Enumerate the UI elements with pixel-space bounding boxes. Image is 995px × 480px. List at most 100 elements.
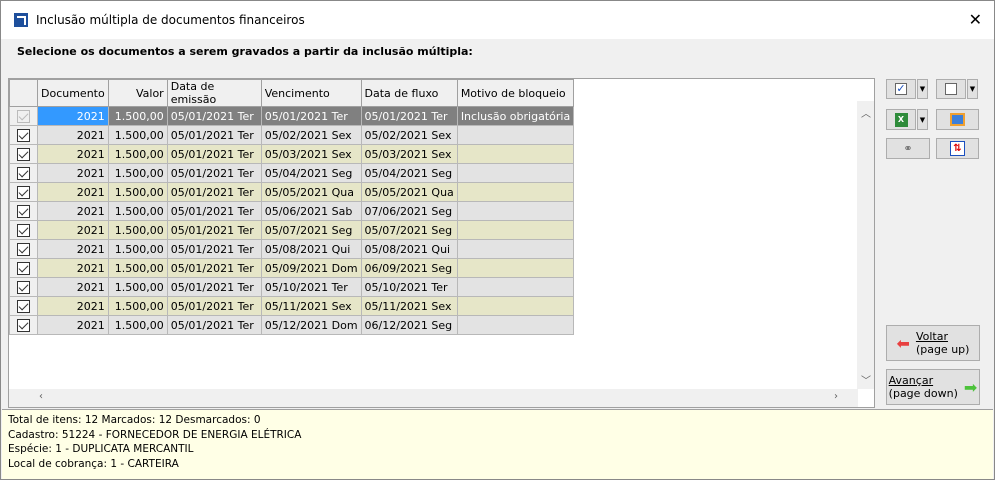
cell-documento[interactable]: 2021 bbox=[37, 258, 109, 278]
cell-fluxo[interactable]: 07/06/2021 Seg bbox=[360, 201, 458, 221]
table-row[interactable]: 2021 1.500,00 05/01/2021 Ter 05/08/2021 Qui… bbox=[9, 239, 575, 259]
check-all-button[interactable]: ✓ bbox=[886, 79, 916, 99]
cell-emissao[interactable]: 05/01/2021 Ter bbox=[166, 106, 262, 126]
cell-valor[interactable]: 1.500,00 bbox=[107, 239, 168, 259]
cell-vencimento[interactable]: 05/07/2021 Seg bbox=[260, 220, 362, 240]
cell-motivo[interactable] bbox=[456, 315, 575, 335]
cell-valor[interactable]: 1.500,00 bbox=[107, 125, 168, 145]
col-fluxo[interactable]: Data de fluxo bbox=[360, 79, 458, 107]
cell-valor[interactable]: 1.500,00 bbox=[107, 144, 168, 164]
cell-emissao[interactable]: 05/01/2021 Ter bbox=[166, 163, 262, 183]
cell-vencimento[interactable]: 05/01/2021 Ter bbox=[260, 106, 362, 126]
cell-emissao[interactable]: 05/01/2021 Ter bbox=[166, 144, 262, 164]
cell-emissao[interactable]: 05/01/2021 Ter bbox=[166, 277, 262, 297]
cell-motivo[interactable] bbox=[456, 220, 575, 240]
scroll-left-icon[interactable]: ‹ bbox=[39, 391, 43, 402]
cell-emissao[interactable]: 05/01/2021 Ter bbox=[166, 182, 262, 202]
scroll-down-icon[interactable]: ﹀ bbox=[861, 372, 871, 387]
col-motivo[interactable]: Motivo de bloqueio bbox=[456, 79, 575, 107]
table-row[interactable]: 2021 1.500,00 05/01/2021 Ter 05/04/2021 Seg… bbox=[9, 163, 575, 183]
sort-button[interactable]: ⇅ bbox=[936, 138, 979, 159]
cell-valor[interactable]: 1.500,00 bbox=[107, 201, 168, 221]
table-row[interactable]: 2021 1.500,00 05/01/2021 Ter 05/10/2021 Ter… bbox=[9, 277, 575, 297]
cell-fluxo[interactable]: 05/02/2021 Sex bbox=[360, 125, 458, 145]
report-button[interactable] bbox=[936, 109, 979, 130]
row-checkbox-cell[interactable] bbox=[9, 201, 38, 221]
cell-motivo[interactable] bbox=[456, 125, 575, 145]
cell-documento[interactable]: 2021 bbox=[37, 182, 109, 202]
cell-emissao[interactable]: 05/01/2021 Ter bbox=[166, 220, 262, 240]
row-checkbox-cell[interactable] bbox=[9, 296, 38, 316]
cell-documento[interactable]: 2021 bbox=[37, 296, 109, 316]
cell-fluxo[interactable]: 05/03/2021 Sex bbox=[360, 144, 458, 164]
row-checkbox-cell[interactable] bbox=[9, 315, 38, 335]
cell-valor[interactable]: 1.500,00 bbox=[107, 182, 168, 202]
cell-vencimento[interactable]: 05/03/2021 Sex bbox=[260, 144, 362, 164]
cell-documento[interactable]: 2021 bbox=[37, 239, 109, 259]
cell-documento[interactable]: 2021 bbox=[37, 220, 109, 240]
cell-motivo[interactable] bbox=[456, 258, 575, 278]
row-checkbox-cell[interactable] bbox=[9, 239, 38, 259]
cell-vencimento[interactable]: 05/06/2021 Sab bbox=[260, 201, 362, 221]
cell-valor[interactable]: 1.500,00 bbox=[107, 296, 168, 316]
cell-documento[interactable]: 2021 bbox=[37, 125, 109, 145]
export-options-dropdown[interactable]: ▼ bbox=[917, 109, 928, 130]
cell-documento[interactable]: 2021 bbox=[37, 201, 109, 221]
cell-emissao[interactable]: 05/01/2021 Ter bbox=[166, 315, 262, 335]
cell-vencimento[interactable]: 05/08/2021 Qui bbox=[260, 239, 362, 259]
cell-motivo[interactable] bbox=[456, 296, 575, 316]
search-button[interactable]: ⚭ bbox=[886, 138, 930, 159]
cell-motivo[interactable] bbox=[456, 144, 575, 164]
cell-motivo[interactable] bbox=[456, 182, 575, 202]
cell-emissao[interactable]: 05/01/2021 Ter bbox=[166, 239, 262, 259]
cell-emissao[interactable]: 05/01/2021 Ter bbox=[166, 201, 262, 221]
cell-fluxo[interactable]: 06/09/2021 Seg bbox=[360, 258, 458, 278]
col-documento[interactable]: Documento bbox=[37, 79, 109, 107]
row-checkbox[interactable] bbox=[17, 147, 30, 161]
row-checkbox[interactable] bbox=[17, 299, 30, 313]
row-checkbox[interactable] bbox=[17, 204, 30, 218]
row-checkbox-cell[interactable] bbox=[9, 258, 38, 278]
cell-documento[interactable]: 2021 bbox=[37, 144, 109, 164]
col-emissao[interactable]: Data de emissão bbox=[166, 79, 262, 107]
cell-vencimento[interactable]: 05/05/2021 Qua bbox=[260, 182, 362, 202]
table-row[interactable]: 2021 1.500,00 05/01/2021 Ter 05/07/2021 Seg… bbox=[9, 220, 575, 240]
cell-documento[interactable]: 2021 bbox=[37, 106, 109, 126]
cell-motivo[interactable] bbox=[456, 277, 575, 297]
cell-fluxo[interactable]: 05/01/2021 Ter bbox=[360, 106, 458, 126]
row-checkbox[interactable] bbox=[17, 280, 30, 294]
row-checkbox[interactable] bbox=[17, 261, 30, 275]
cell-motivo[interactable] bbox=[456, 239, 575, 259]
row-checkbox[interactable] bbox=[17, 185, 30, 199]
check-options-dropdown[interactable]: ▼ bbox=[917, 79, 928, 99]
cell-fluxo[interactable]: 05/04/2021 Seg bbox=[360, 163, 458, 183]
row-checkbox[interactable] bbox=[17, 223, 30, 237]
scroll-right-icon[interactable]: › bbox=[834, 391, 838, 402]
table-row[interactable]: 2021 1.500,00 05/01/2021 Ter 05/11/2021 Sex… bbox=[9, 296, 575, 316]
cell-vencimento[interactable]: 05/09/2021 Dom bbox=[260, 258, 362, 278]
cell-documento[interactable]: 2021 bbox=[37, 277, 109, 297]
row-checkbox-cell[interactable] bbox=[9, 106, 38, 126]
row-checkbox-cell[interactable] bbox=[9, 277, 38, 297]
row-checkbox-cell[interactable] bbox=[9, 125, 38, 145]
table-row[interactable]: 2021 1.500,00 05/01/2021 Ter 05/01/2021 Ter… bbox=[9, 106, 575, 126]
cell-fluxo[interactable]: 05/05/2021 Qua bbox=[360, 182, 458, 202]
cell-valor[interactable]: 1.500,00 bbox=[107, 277, 168, 297]
cell-valor[interactable]: 1.500,00 bbox=[107, 163, 168, 183]
vertical-scrollbar[interactable]: ︿ ﹀ bbox=[857, 101, 874, 389]
row-checkbox[interactable] bbox=[17, 318, 30, 332]
avancar-button[interactable]: Avançar (page down) ➡ bbox=[886, 369, 980, 405]
col-vencimento[interactable]: Vencimento bbox=[260, 79, 362, 107]
cell-vencimento[interactable]: 05/11/2021 Sex bbox=[260, 296, 362, 316]
cell-valor[interactable]: 1.500,00 bbox=[107, 220, 168, 240]
table-row[interactable]: 2021 1.500,00 05/01/2021 Ter 05/12/2021 Dom… bbox=[9, 315, 575, 335]
voltar-button[interactable]: ⬅ Voltar (page up) bbox=[886, 325, 980, 361]
cell-motivo[interactable]: Inclusão obrigatória bbox=[456, 106, 575, 126]
row-checkbox-cell[interactable] bbox=[9, 144, 38, 164]
horizontal-scrollbar[interactable]: ‹ › bbox=[9, 389, 858, 407]
cell-fluxo[interactable]: 05/08/2021 Qui bbox=[360, 239, 458, 259]
cell-fluxo[interactable]: 05/10/2021 Ter bbox=[360, 277, 458, 297]
cell-valor[interactable]: 1.500,00 bbox=[107, 315, 168, 335]
close-icon[interactable]: ✕ bbox=[969, 10, 982, 29]
cell-vencimento[interactable]: 05/02/2021 Sex bbox=[260, 125, 362, 145]
